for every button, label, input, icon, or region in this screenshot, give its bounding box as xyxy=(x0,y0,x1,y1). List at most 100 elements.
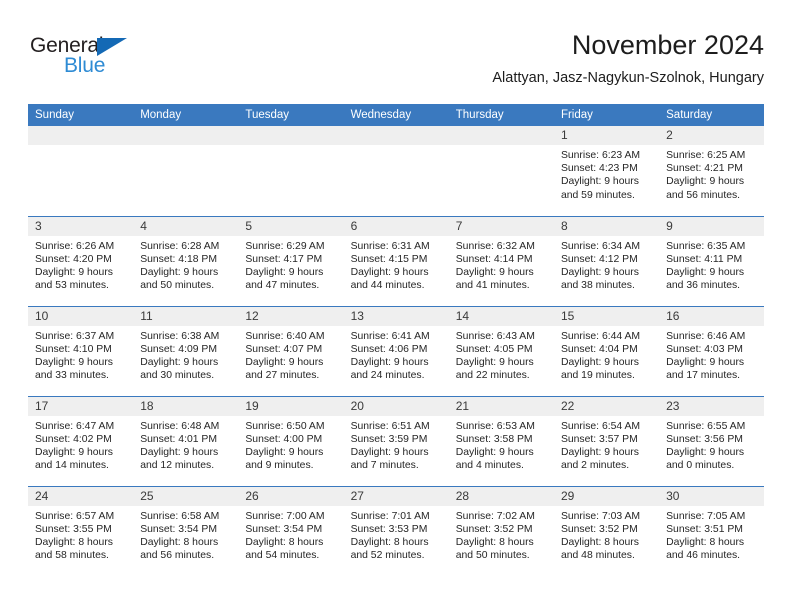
calendar-day-cell[interactable] xyxy=(343,126,449,216)
calendar-week-row: 24 Sunrise: 6:57 AM Sunset: 3:55 PM Dayl… xyxy=(28,485,765,576)
calendar-day-cell[interactable]: 10 Sunrise: 6:37 AM Sunset: 4:10 PM Dayl… xyxy=(28,305,134,396)
calendar-day-cell[interactable]: 9 Sunrise: 6:35 AM Sunset: 4:11 PM Dayli… xyxy=(659,215,765,306)
daylight-text-line1: Daylight: 8 hours xyxy=(455,536,534,548)
calendar-day-cell[interactable]: 12 Sunrise: 6:40 AM Sunset: 4:07 PM Dayl… xyxy=(238,305,344,396)
calendar-day-cell[interactable]: 13 Sunrise: 6:41 AM Sunset: 4:06 PM Dayl… xyxy=(343,305,449,396)
title-block: November 2024 Alattyan, Jasz-Nagykun-Szo… xyxy=(492,28,764,89)
day-details: Sunrise: 7:00 AM Sunset: 3:54 PM Dayligh… xyxy=(238,506,343,563)
day-details: Sunrise: 6:51 AM Sunset: 3:59 PM Dayligh… xyxy=(344,416,449,473)
daylight-text-line1: Daylight: 9 hours xyxy=(245,356,324,368)
sunrise-text: Sunrise: 6:48 AM xyxy=(140,420,220,432)
calendar-day-cell[interactable]: 6 Sunrise: 6:31 AM Sunset: 4:15 PM Dayli… xyxy=(343,215,449,306)
calendar-day-cell[interactable]: 24 Sunrise: 6:57 AM Sunset: 3:55 PM Dayl… xyxy=(28,485,134,576)
day-details: Sunrise: 6:28 AM Sunset: 4:18 PM Dayligh… xyxy=(133,236,238,293)
day-number: 10 xyxy=(28,306,134,326)
general-blue-logo[interactable]: General Blue xyxy=(30,34,210,90)
calendar-day-cell[interactable] xyxy=(238,126,344,216)
calendar-day-cell[interactable]: 3 Sunrise: 6:26 AM Sunset: 4:20 PM Dayli… xyxy=(28,215,134,306)
sunrise-text: Sunrise: 7:00 AM xyxy=(245,510,325,522)
calendar-day-cell[interactable]: 14 Sunrise: 6:43 AM Sunset: 4:05 PM Dayl… xyxy=(448,305,554,396)
calendar-day-cell[interactable]: 16 Sunrise: 6:46 AM Sunset: 4:03 PM Dayl… xyxy=(659,305,765,396)
calendar-day-cell[interactable] xyxy=(28,126,134,216)
daylight-text-line1: Daylight: 9 hours xyxy=(140,446,219,458)
daylight-text-line2: and 4 minutes. xyxy=(455,460,524,472)
day-number: 26 xyxy=(238,486,344,506)
day-details: Sunrise: 6:46 AM Sunset: 4:03 PM Dayligh… xyxy=(659,326,764,383)
sunset-text: Sunset: 4:04 PM xyxy=(560,343,638,355)
calendar-day-cell[interactable] xyxy=(448,126,554,216)
page-header: General Blue November 2024 Alattyan, Jas… xyxy=(28,28,764,100)
calendar-day-cell[interactable]: 17 Sunrise: 6:47 AM Sunset: 4:02 PM Dayl… xyxy=(28,395,134,486)
sunset-text: Sunset: 4:10 PM xyxy=(35,343,112,355)
calendar-day-cell[interactable]: 25 Sunrise: 6:58 AM Sunset: 3:54 PM Dayl… xyxy=(133,485,239,576)
day-number: 12 xyxy=(238,306,344,326)
calendar-day-cell[interactable]: 18 Sunrise: 6:48 AM Sunset: 4:01 PM Dayl… xyxy=(133,395,239,486)
day-details: Sunrise: 6:37 AM Sunset: 4:10 PM Dayligh… xyxy=(28,326,133,383)
day-number: 9 xyxy=(659,216,765,236)
calendar-week-row: 1 Sunrise: 6:23 AM Sunset: 4:23 PM Dayli… xyxy=(28,126,765,216)
weekday-header-sunday: Sunday xyxy=(28,104,134,126)
day-number: 15 xyxy=(553,306,660,326)
daylight-text-line1: Daylight: 9 hours xyxy=(245,266,324,278)
sunrise-text: Sunrise: 6:40 AM xyxy=(245,330,325,342)
weekday-header-thursday: Thursday xyxy=(448,104,554,126)
sunrise-text: Sunrise: 6:31 AM xyxy=(350,240,430,252)
sunset-text: Sunset: 3:53 PM xyxy=(350,523,428,535)
daylight-text-line1: Daylight: 8 hours xyxy=(245,536,324,548)
calendar-day-cell[interactable] xyxy=(133,126,239,216)
weekday-header-row: Sunday Monday Tuesday Wednesday Thursday… xyxy=(28,104,765,126)
calendar-day-cell[interactable]: 2 Sunrise: 6:25 AM Sunset: 4:21 PM Dayli… xyxy=(659,126,765,216)
weekday-header-monday: Monday xyxy=(133,104,239,126)
day-number: 23 xyxy=(659,396,765,416)
day-details: Sunrise: 6:35 AM Sunset: 4:11 PM Dayligh… xyxy=(659,236,764,293)
daylight-text-line2: and 50 minutes. xyxy=(455,550,530,562)
calendar-day-cell[interactable]: 19 Sunrise: 6:50 AM Sunset: 4:00 PM Dayl… xyxy=(238,395,344,486)
day-details: Sunrise: 6:43 AM Sunset: 4:05 PM Dayligh… xyxy=(449,326,554,383)
daylight-text-line2: and 19 minutes. xyxy=(560,370,635,382)
daylight-text-line2: and 9 minutes. xyxy=(245,460,314,472)
day-number: 17 xyxy=(28,396,134,416)
daylight-text-line1: Daylight: 9 hours xyxy=(666,446,745,458)
day-number: 4 xyxy=(133,216,239,236)
sunrise-text: Sunrise: 6:26 AM xyxy=(35,240,115,252)
sunset-text: Sunset: 3:52 PM xyxy=(455,523,533,535)
day-details: Sunrise: 6:58 AM Sunset: 3:54 PM Dayligh… xyxy=(133,506,238,563)
calendar-day-cell[interactable]: 28 Sunrise: 7:02 AM Sunset: 3:52 PM Dayl… xyxy=(448,485,554,576)
calendar-day-cell[interactable]: 23 Sunrise: 6:55 AM Sunset: 3:56 PM Dayl… xyxy=(659,395,765,486)
calendar-day-cell[interactable]: 11 Sunrise: 6:38 AM Sunset: 4:09 PM Dayl… xyxy=(133,305,239,396)
daylight-text-line1: Daylight: 9 hours xyxy=(350,446,429,458)
daylight-text-line1: Daylight: 9 hours xyxy=(350,356,429,368)
daylight-text-line1: Daylight: 9 hours xyxy=(560,356,639,368)
daylight-text-line2: and 47 minutes. xyxy=(245,280,320,292)
calendar-day-cell[interactable]: 7 Sunrise: 6:32 AM Sunset: 4:14 PM Dayli… xyxy=(448,215,554,306)
calendar-day-cell[interactable]: 22 Sunrise: 6:54 AM Sunset: 3:57 PM Dayl… xyxy=(553,395,660,486)
day-details xyxy=(133,145,238,149)
calendar-day-cell[interactable]: 20 Sunrise: 6:51 AM Sunset: 3:59 PM Dayl… xyxy=(343,395,449,486)
calendar-day-cell[interactable]: 15 Sunrise: 6:44 AM Sunset: 4:04 PM Dayl… xyxy=(553,305,660,396)
calendar-day-cell[interactable]: 21 Sunrise: 6:53 AM Sunset: 3:58 PM Dayl… xyxy=(448,395,554,486)
day-details: Sunrise: 7:05 AM Sunset: 3:51 PM Dayligh… xyxy=(659,506,764,563)
calendar-day-cell[interactable]: 30 Sunrise: 7:05 AM Sunset: 3:51 PM Dayl… xyxy=(659,485,765,576)
sunset-text: Sunset: 4:02 PM xyxy=(35,433,112,445)
calendar-day-cell[interactable]: 27 Sunrise: 7:01 AM Sunset: 3:53 PM Dayl… xyxy=(343,485,449,576)
calendar-day-cell[interactable]: 29 Sunrise: 7:03 AM Sunset: 3:52 PM Dayl… xyxy=(553,485,660,576)
calendar-day-cell[interactable]: 8 Sunrise: 6:34 AM Sunset: 4:12 PM Dayli… xyxy=(553,215,660,306)
calendar-day-cell[interactable]: 5 Sunrise: 6:29 AM Sunset: 4:17 PM Dayli… xyxy=(238,215,344,306)
day-number: 5 xyxy=(238,216,344,236)
calendar-day-cell[interactable]: 4 Sunrise: 6:28 AM Sunset: 4:18 PM Dayli… xyxy=(133,215,239,306)
day-number xyxy=(238,126,344,145)
calendar-day-cell[interactable]: 1 Sunrise: 6:23 AM Sunset: 4:23 PM Dayli… xyxy=(553,126,660,216)
daylight-text-line1: Daylight: 9 hours xyxy=(666,266,745,278)
calendar-day-cell[interactable]: 26 Sunrise: 7:00 AM Sunset: 3:54 PM Dayl… xyxy=(238,485,344,576)
day-number: 11 xyxy=(133,306,239,326)
sunrise-text: Sunrise: 6:58 AM xyxy=(140,510,220,522)
sunset-text: Sunset: 4:18 PM xyxy=(140,253,218,265)
sunset-text: Sunset: 4:20 PM xyxy=(35,253,112,265)
sunrise-text: Sunrise: 6:53 AM xyxy=(455,420,535,432)
day-number: 24 xyxy=(28,486,134,506)
day-number: 6 xyxy=(343,216,449,236)
daylight-text-line2: and 0 minutes. xyxy=(666,460,735,472)
sunrise-text: Sunrise: 6:37 AM xyxy=(35,330,115,342)
daylight-text-line2: and 38 minutes. xyxy=(560,280,635,292)
day-number: 27 xyxy=(343,486,449,506)
